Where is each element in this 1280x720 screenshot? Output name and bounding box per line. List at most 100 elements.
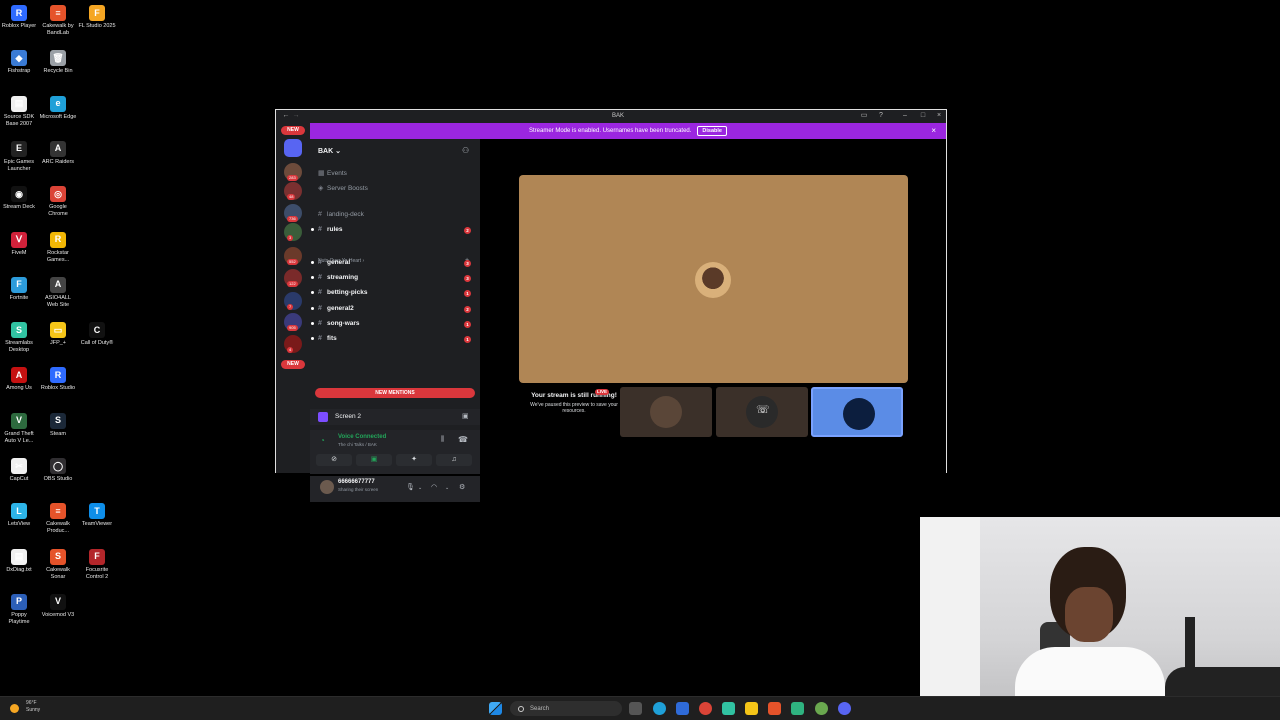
user-name[interactable]: 66666677777 — [338, 479, 375, 485]
events-item[interactable]: ▦ Events — [318, 169, 347, 178]
disable-streamer-mode-button[interactable]: Disable — [697, 126, 727, 136]
noise-suppression-icon[interactable]: ⫼ — [441, 436, 444, 444]
user-avatar[interactable] — [320, 480, 334, 494]
desktop-icon[interactable]: R Roblox Player — [0, 5, 38, 30]
store-taskbar-icon[interactable] — [676, 702, 689, 715]
soundboard-button[interactable]: ♫ — [436, 454, 472, 466]
back-arrow-icon[interactable]: ← — [282, 112, 290, 120]
desktop-icon[interactable]: T TeamViewer — [78, 503, 116, 528]
desktop-icon[interactable]: ✂ CapCut — [0, 458, 38, 483]
desktop-icon[interactable]: L LetsView — [0, 503, 38, 528]
desktop-icon[interactable]: A Among Us — [0, 367, 38, 392]
chrome-taskbar-icon[interactable] — [699, 702, 712, 715]
desktop-icon[interactable]: 🗑 Recycle Bin — [39, 50, 77, 75]
desktop-icon[interactable]: ≡ Cakewalk by BandLab — [39, 5, 77, 37]
desktop-icon[interactable]: R Roblox Studio — [39, 367, 77, 392]
inbox-icon[interactable]: ▭ — [860, 112, 868, 120]
start-icon[interactable] — [489, 702, 502, 715]
taskbar-search[interactable]: Search — [510, 701, 622, 716]
desktop-icon[interactable]: F Focusrite Control 2 — [78, 548, 116, 581]
popout-icon[interactable]: ▣ — [462, 412, 469, 420]
desktop-icon[interactable]: ▤ Source SDK Base 2007 — [0, 95, 38, 128]
desktop-icon[interactable]: S Streamlabs Desktop — [0, 322, 38, 354]
file-explorer-taskbar-icon[interactable] — [745, 702, 758, 715]
chrome-profile-taskbar-icon[interactable] — [815, 702, 828, 715]
cakewalk-taskbar-icon[interactable] — [768, 702, 781, 715]
desktop-icon[interactable]: E Epic Games Launcher — [0, 140, 38, 173]
desktop-icon[interactable]: ◯ OBS Studio — [39, 458, 77, 483]
window-titlebar: ← → BAK ▭ ? – □ × — [276, 110, 946, 123]
direct-messages-icon[interactable] — [284, 139, 302, 157]
task-view-icon[interactable] — [629, 702, 642, 715]
invite-icon[interactable]: ⚇ — [462, 146, 469, 155]
desktop-icon[interactable]: V Grand Theft Auto V Le... — [0, 412, 38, 445]
voice-status[interactable]: Voice Connected — [338, 434, 386, 440]
channel-item[interactable]: # general — [311, 259, 350, 266]
participant-tile-2[interactable]: ☏ — [716, 387, 808, 437]
signal-icon[interactable]: ◔ — [320, 436, 325, 445]
desktop-icon[interactable]: C Call of Duty® — [78, 322, 116, 347]
desktop-icon[interactable]: S Steam — [39, 412, 77, 438]
camera-off-button[interactable]: ⊘ — [316, 454, 352, 466]
channel-item[interactable]: # streaming — [311, 274, 358, 281]
help-icon[interactable]: ? — [877, 112, 885, 120]
screen-share-row[interactable]: Screen 2 ▣ — [310, 409, 480, 425]
app-taskbar-icon[interactable] — [791, 702, 804, 715]
desktop-icon[interactable]: F FL Studio 2025 — [78, 5, 116, 30]
desktop-icon[interactable]: ▭ JFP_+ — [39, 322, 77, 347]
disconnect-icon[interactable]: ☎ — [458, 435, 468, 444]
desktop-icon[interactable]: ▤ DxDiag.txt — [0, 548, 38, 574]
desktop-icon-label: Grand Theft Auto V Le... — [4, 430, 34, 444]
server-name[interactable]: BAK ⌄ — [318, 147, 341, 155]
new-mentions-pill[interactable]: NEW MENTIONS — [315, 388, 475, 398]
channel-item[interactable]: # song-wars — [311, 320, 360, 327]
desktop-icon[interactable]: F Fortnite — [0, 276, 38, 302]
main-video-tile[interactable] — [519, 175, 908, 383]
voice-channel[interactable]: The chi Talks / BAK — [338, 442, 377, 447]
channel-item[interactable]: # fits — [311, 335, 337, 342]
app-icon: V — [11, 412, 27, 429]
screen-share-button[interactable]: ▣ — [356, 454, 392, 466]
desktop-icon[interactable]: ◉ Stream Deck — [0, 186, 38, 211]
minimize-button[interactable]: – — [901, 112, 909, 120]
participant-tile-selected[interactable] — [811, 387, 903, 437]
participant-tile-1[interactable] — [620, 387, 712, 437]
desktop-icon[interactable]: A ASIO4ALL Web Site — [39, 276, 77, 309]
desktop-icon[interactable]: ◆ Fishstrap — [0, 50, 38, 75]
channel-item[interactable]: # general2 — [311, 305, 354, 312]
desktop-icon[interactable]: V Voicemod V3 — [39, 593, 77, 619]
channel-item[interactable]: # betting-picks — [311, 289, 367, 296]
desktop-icon[interactable]: Ⅴ FiveM — [0, 231, 38, 257]
desktop-icon[interactable]: A ARC Raiders — [39, 140, 77, 166]
desktop-icon[interactable]: P Poppy Playtime — [0, 593, 38, 626]
desktop-icon[interactable]: e Microsoft Edge — [39, 95, 77, 121]
desktop-icon-label: Microsoft Edge — [39, 113, 77, 120]
desktop-icon[interactable]: ◎ Google Chrome — [39, 186, 77, 218]
hashtag-icon: # — [318, 259, 322, 266]
channel-item[interactable]: # rules — [311, 226, 343, 233]
close-banner-icon[interactable]: × — [931, 126, 936, 135]
new-pill-top[interactable]: NEW — [281, 126, 305, 135]
desktop-icon-label: Fishstrap — [7, 68, 31, 75]
close-button[interactable]: × — [935, 112, 943, 120]
app-icon: R — [11, 5, 27, 21]
server-boosts-item[interactable]: ◈ Server Boosts — [318, 184, 368, 193]
maximize-button[interactable]: □ — [919, 112, 927, 120]
audio-options-chevron-icon[interactable]: ⌄ — [445, 485, 449, 491]
microphone-icon[interactable]: 🎙 — [406, 483, 415, 491]
forward-arrow-icon[interactable]: → — [292, 112, 300, 120]
desktop-icon[interactable]: R Rockstar Games... — [39, 231, 77, 264]
streamlabs-taskbar-icon[interactable] — [722, 702, 735, 715]
headphones-icon[interactable]: ◠ — [431, 483, 437, 491]
discord-taskbar-icon[interactable] — [838, 702, 851, 715]
edge-taskbar-icon[interactable] — [653, 702, 666, 715]
desktop-icon[interactable]: ≡ Cakewalk Produc... — [39, 503, 77, 535]
activities-button[interactable]: ✦ — [396, 454, 432, 466]
new-pill-bottom[interactable]: NEW — [281, 360, 305, 369]
weather-widget[interactable]: 96°F Sunny — [10, 700, 40, 714]
channel-item[interactable]: # landing-deck — [318, 211, 364, 218]
settings-gear-icon[interactable]: ⚙ — [459, 483, 465, 491]
mic-options-chevron-icon[interactable]: ⌄ — [418, 485, 422, 491]
desktop-icon[interactable]: S Cakewalk Sonar — [39, 548, 77, 581]
desktop-icon-label: DxDiag.txt — [6, 566, 32, 573]
